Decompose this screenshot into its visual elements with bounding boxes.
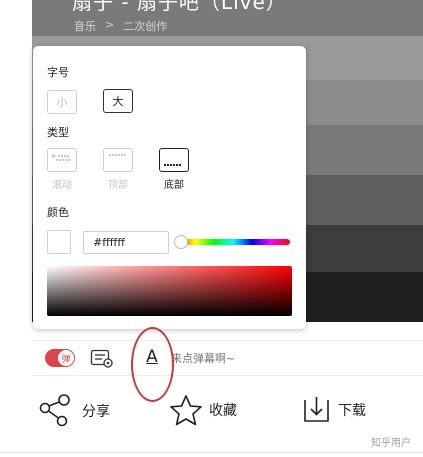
action-bar: 分享 收藏 下载: [0, 388, 423, 436]
type-top-label: 顶部: [108, 180, 128, 191]
download-label: 下载: [338, 403, 366, 419]
bottom-danmaku-icon: [159, 148, 189, 172]
danmaku-toggle[interactable]: 弹: [45, 349, 75, 367]
download-icon: [302, 394, 332, 426]
video-title: 扇子 - 扇子吧（Live）: [72, 0, 287, 14]
breadcrumb-item-music[interactable]: 音乐: [74, 18, 96, 34]
breadcrumb-separator: >: [105, 18, 115, 31]
breadcrumb-item-remix[interactable]: 二次创作: [123, 18, 167, 34]
favorite-label: 收藏: [209, 403, 237, 419]
type-top-option[interactable]: 顶部: [101, 148, 135, 191]
danmaku-settings-panel: 字号 小 大 类型 滚动 顶部 底部 颜色 #ffffff: [33, 46, 306, 329]
breadcrumb: 音乐 > 二次创作: [74, 18, 167, 34]
font-size-large-button[interactable]: 大: [103, 89, 133, 113]
divider: [0, 452, 423, 453]
danmaku-toggle-knob: 弹: [58, 350, 74, 366]
type-label: 类型: [47, 126, 69, 139]
top-danmaku-icon: [103, 148, 133, 172]
danmaku-input[interactable]: [171, 349, 411, 367]
share-label: 分享: [82, 404, 110, 420]
color-hex-input[interactable]: [83, 231, 169, 254]
danmaku-settings-icon[interactable]: [90, 349, 114, 369]
watermark: 知乎用户: [371, 438, 411, 449]
scroll-danmaku-icon: [47, 148, 77, 172]
color-label: 颜色: [47, 206, 69, 219]
star-icon: [169, 394, 203, 426]
danmaku-toolbar: 弹 A: [32, 340, 423, 376]
hue-slider-handle[interactable]: [174, 235, 188, 249]
share-icon: [38, 394, 76, 428]
download-button[interactable]: 下载: [302, 394, 366, 426]
type-bottom-option[interactable]: 底部: [157, 148, 191, 191]
hue-slider[interactable]: [176, 239, 290, 245]
font-size-label: 字号: [47, 66, 69, 79]
type-scroll-option[interactable]: 滚动: [45, 148, 79, 191]
color-swatch[interactable]: [47, 230, 71, 254]
page-margin: [0, 0, 32, 330]
share-button[interactable]: 分享: [38, 394, 110, 428]
saturation-value-picker[interactable]: [47, 266, 292, 316]
favorite-button[interactable]: 收藏: [169, 394, 237, 426]
type-scroll-label: 滚动: [52, 180, 72, 191]
font-size-small-button[interactable]: 小: [47, 90, 77, 114]
type-bottom-label: 底部: [164, 180, 184, 191]
